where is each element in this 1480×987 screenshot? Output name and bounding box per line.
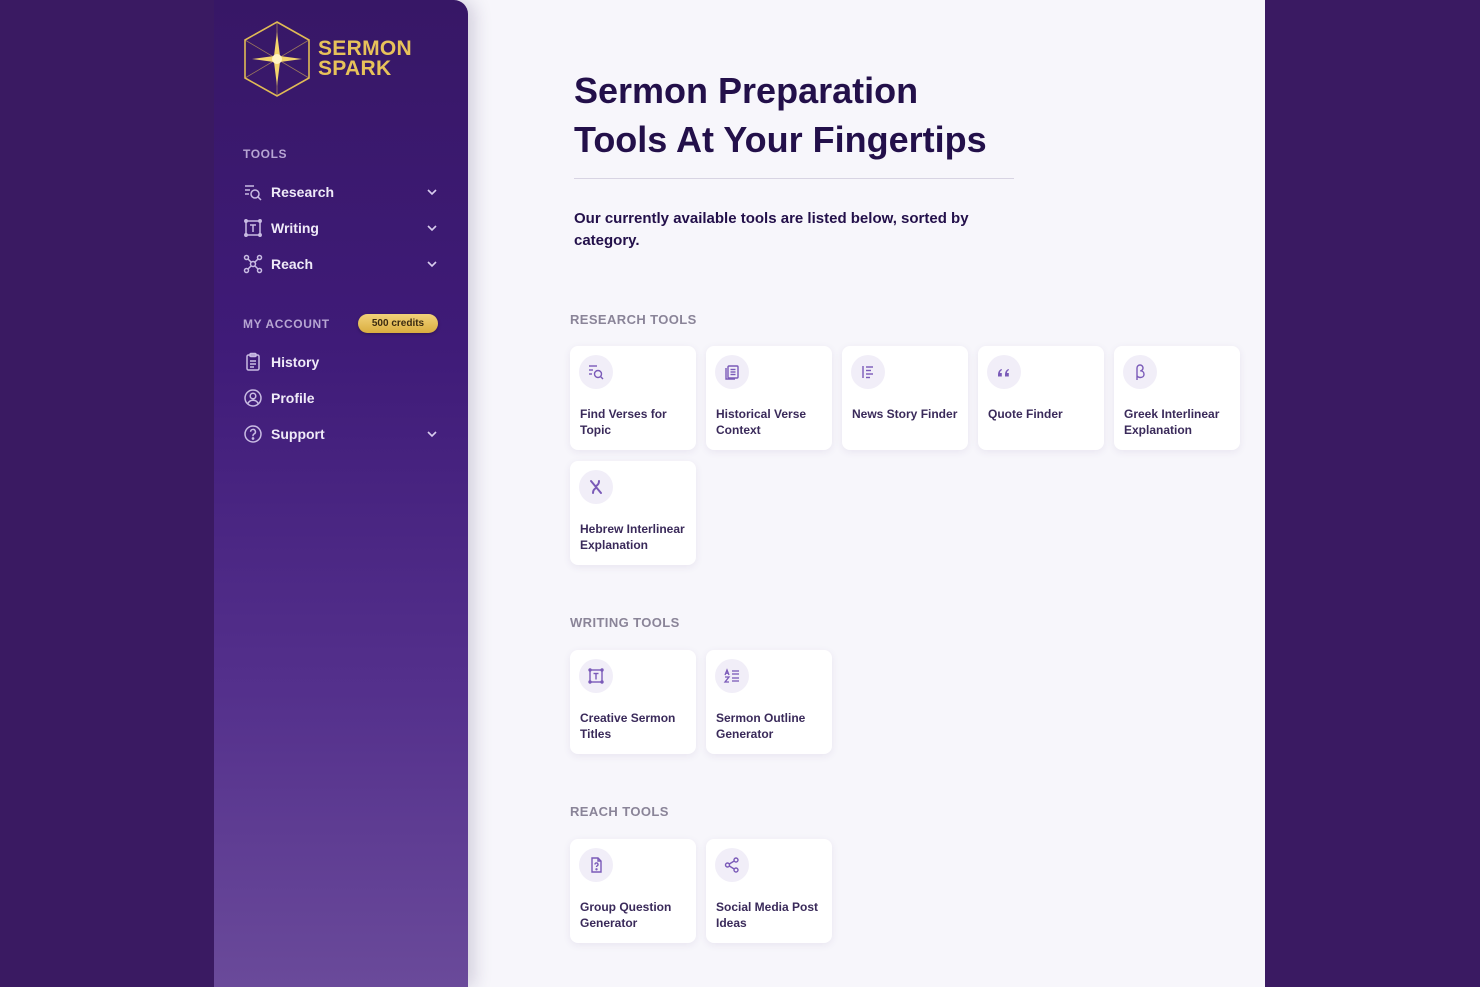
sidebar-item-support[interactable]: Support [243,421,439,447]
tool-card-title: Sermon Outline Generator [716,711,806,741]
credits-badge: 500 credits [358,314,438,333]
tool-card-title: Creative Sermon Titles [580,711,676,741]
tool-card-greek-interlinear[interactable]: Greek Interlinear Explanation [1114,346,1240,450]
share-icon [715,848,749,882]
tool-card-title: Find Verses for Topic [580,407,667,437]
research-tools-label: RESEARCH TOOLS [570,312,697,327]
tool-card-hebrew-interlinear[interactable]: Hebrew Interlinear Explanation [570,461,696,565]
page-title-line-1: Sermon Preparation [574,70,919,111]
user-circle-icon [243,388,263,408]
tool-card-social-media[interactable]: Social Media Post Ideas [706,839,832,943]
sidebar-item-reach[interactable]: Reach [243,251,439,277]
account-section-label: MY ACCOUNT [243,317,330,331]
quote-icon [987,355,1021,389]
sidebar-item-history[interactable]: History [243,349,439,375]
sidebar-item-label: Research [271,184,335,200]
tool-card-title: Greek Interlinear Explanation [1124,407,1220,437]
pages-icon [715,355,749,389]
sidebar-item-label: Profile [271,390,315,406]
sidebar-item-label: Support [271,426,325,442]
brand-line-2: SPARK [318,57,392,80]
title-divider [574,178,1014,179]
writing-tools-label: WRITING TOOLS [570,615,680,630]
tool-card-title: Group Question Generator [580,900,672,930]
beta-icon [1123,355,1157,389]
text-align-icon [851,355,885,389]
tool-card-historical-context[interactable]: Historical Verse Context [706,346,832,450]
clipboard-icon [243,352,263,372]
chevron-down-icon[interactable] [425,185,439,199]
brand-name: SERMON SPARK [318,37,412,80]
chevron-down-icon[interactable] [425,257,439,271]
sidebar-item-profile[interactable]: Profile [243,385,439,411]
sidebar-item-label: Reach [271,256,314,272]
tool-card-title: Historical Verse Context [716,407,807,437]
tool-card-title: Quote Finder [988,407,1063,421]
star-logo-icon [244,21,310,97]
sidebar: SERMON SPARK TOOLS Research Writing Reac… [214,0,468,987]
tool-card-quote-finder[interactable]: Quote Finder [978,346,1104,450]
text-frame-icon [243,218,263,238]
tool-card-news-story[interactable]: News Story Finder [842,346,968,450]
sidebar-item-research[interactable]: Research [243,179,439,205]
tool-card-group-questions[interactable]: Group Question Generator [570,839,696,943]
search-list-icon [579,355,613,389]
tool-card-sermon-outline[interactable]: Sermon Outline Generator [706,650,832,754]
tool-card-title: News Story Finder [852,407,958,421]
help-circle-icon [243,424,263,444]
brand-line-1: SERMON [318,37,412,60]
page-title-line-2: Tools At Your Fingertips [574,119,987,160]
text-frame-icon [579,659,613,693]
aleph-icon [579,470,613,504]
tool-card-find-verses[interactable]: Find Verses for Topic [570,346,696,450]
app-frame: SERMON SPARK TOOLS Research Writing Reac… [214,0,1265,987]
tool-card-title: Social Media Post Ideas [716,900,819,930]
tools-section-label: TOOLS [243,147,288,161]
reach-tools-label: REACH TOOLS [570,804,669,819]
outline-icon [715,659,749,693]
sidebar-item-label: Writing [271,220,319,236]
sidebar-item-writing[interactable]: Writing [243,215,439,241]
tool-card-sermon-titles[interactable]: Creative Sermon Titles [570,650,696,754]
intro-text: Our currently available tools are listed… [574,210,969,249]
tool-card-title: Hebrew Interlinear Explanation [580,522,685,552]
network-icon [243,254,263,274]
page-title: Sermon Preparation Tools At Your Fingert… [574,66,1034,164]
chevron-down-icon[interactable] [425,221,439,235]
search-list-icon [243,182,263,202]
question-doc-icon [579,848,613,882]
sidebar-item-label: History [271,354,320,370]
brand-logo[interactable]: SERMON SPARK [242,20,412,98]
chevron-down-icon[interactable] [425,427,439,441]
